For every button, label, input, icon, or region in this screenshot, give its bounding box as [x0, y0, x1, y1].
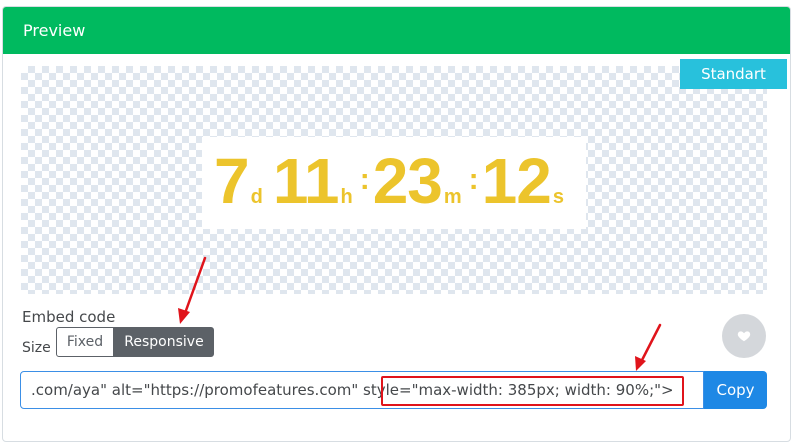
size-toggle: Fixed Responsive	[56, 327, 214, 357]
timer-days-unit: d	[250, 186, 263, 208]
timer-separator: :	[468, 163, 479, 196]
favorite-button[interactable]	[722, 314, 766, 358]
timer-hours: 11	[272, 145, 340, 217]
countdown-timer: 7 d 11 h : 23 m : 12 s	[202, 137, 586, 229]
size-label: Size	[22, 340, 51, 356]
size-responsive-button[interactable]: Responsive	[114, 327, 214, 357]
copy-button[interactable]: Copy	[704, 371, 767, 409]
timer-seconds-unit: s	[552, 186, 564, 208]
panel-title: Preview	[3, 7, 790, 54]
embed-code-label: Embed code	[22, 308, 116, 326]
timer-minutes: 23	[372, 145, 443, 217]
size-fixed-button[interactable]: Fixed	[56, 327, 114, 357]
timer-seconds: 12	[481, 145, 552, 217]
embed-code-field[interactable]: .com/aya" alt="https://promofeatures.com…	[20, 371, 704, 409]
timer-separator: :	[359, 163, 370, 196]
timer-days: 7	[214, 145, 250, 217]
timer-hours-unit: h	[340, 186, 353, 208]
style-badge[interactable]: Standart	[680, 59, 787, 89]
heart-icon	[737, 331, 751, 342]
timer-minutes-unit: m	[443, 186, 462, 208]
